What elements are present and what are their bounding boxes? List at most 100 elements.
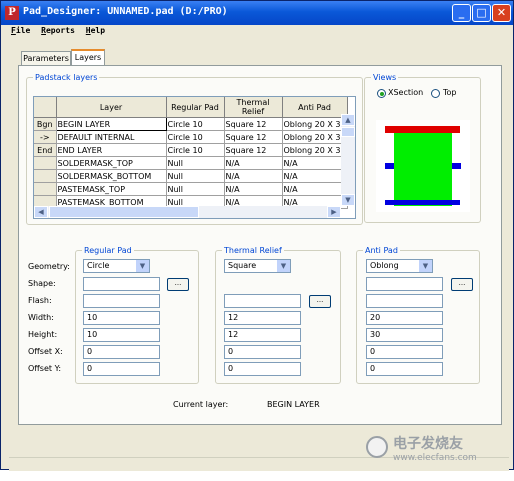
anti-geometry-select[interactable]: Oblong ▼ bbox=[366, 259, 433, 273]
menu-help[interactable]: Help bbox=[86, 26, 105, 35]
top-radio[interactable] bbox=[431, 89, 440, 98]
table-row[interactable]: End END LAYER Circle 10 Square 12 Oblong… bbox=[34, 143, 348, 157]
row-button[interactable] bbox=[34, 182, 57, 196]
regular-flash-input[interactable] bbox=[83, 294, 160, 308]
cell-thermal-relief[interactable]: N/A bbox=[224, 169, 283, 183]
cell-layer[interactable]: END LAYER bbox=[56, 143, 167, 157]
hscroll-thumb[interactable] bbox=[49, 206, 199, 218]
regular-geometry-select[interactable]: Circle ▼ bbox=[83, 259, 150, 273]
table-header-row: Layer Regular Pad Thermal Relief Anti Pa… bbox=[34, 97, 348, 118]
anti-offset-y-input[interactable]: 0 bbox=[366, 362, 443, 376]
thermal-flash-input[interactable] bbox=[224, 294, 301, 308]
col-header-thermal-relief[interactable]: Thermal Relief bbox=[224, 97, 283, 118]
anti-shape-input[interactable] bbox=[366, 277, 443, 291]
geometry-label: Geometry: bbox=[28, 262, 71, 271]
anti-shape-browse-button[interactable]: ... bbox=[451, 278, 473, 291]
scroll-thumb[interactable] bbox=[341, 127, 355, 137]
thermal-height-input[interactable]: 12 bbox=[224, 328, 301, 342]
row-button[interactable] bbox=[34, 169, 57, 183]
regular-offset-x-input[interactable]: 0 bbox=[83, 345, 160, 359]
cell-regular-pad[interactable]: Null bbox=[166, 182, 225, 196]
cell-anti-pad[interactable]: N/A bbox=[282, 169, 348, 183]
width-label: Width: bbox=[28, 313, 54, 322]
table-row[interactable]: SOLDERMASK_TOP Null N/A N/A bbox=[34, 156, 348, 170]
regular-shape-input[interactable] bbox=[83, 277, 160, 291]
tab-parameters[interactable]: Parameters bbox=[21, 51, 71, 66]
anti-offset-x-input[interactable]: 0 bbox=[366, 345, 443, 359]
thermal-geometry-select[interactable]: Square ▼ bbox=[224, 259, 291, 273]
cell-layer[interactable]: PASTEMASK_TOP bbox=[56, 182, 167, 196]
scroll-left-icon[interactable]: ◀ bbox=[34, 206, 48, 218]
table-row[interactable]: PASTEMASK_TOP Null N/A N/A bbox=[34, 182, 348, 196]
top-label: Top bbox=[443, 88, 457, 97]
row-button[interactable] bbox=[34, 156, 57, 170]
table-row[interactable]: -> DEFAULT INTERNAL Circle 10 Square 12 … bbox=[34, 130, 348, 144]
cell-anti-pad[interactable]: N/A bbox=[282, 182, 348, 196]
row-button[interactable]: -> bbox=[34, 130, 57, 144]
table-row[interactable]: Bgn BEGIN LAYER Circle 10 Square 12 Oblo… bbox=[34, 117, 348, 131]
cell-regular-pad[interactable]: Null bbox=[166, 156, 225, 170]
anti-width-input[interactable]: 20 bbox=[366, 311, 443, 325]
table-row[interactable]: SOLDERMASK_BOTTOM Null N/A N/A bbox=[34, 169, 348, 183]
pad-body bbox=[394, 130, 452, 206]
cell-layer[interactable]: SOLDERMASK_BOTTOM bbox=[56, 169, 167, 183]
maximize-button[interactable]: □ bbox=[472, 4, 491, 22]
row-button[interactable]: End bbox=[34, 143, 57, 157]
regular-pad-legend: Regular Pad bbox=[84, 246, 132, 255]
cell-regular-pad[interactable]: Null bbox=[166, 169, 225, 183]
cell-anti-pad[interactable]: Oblong 20 X 30 bbox=[282, 143, 348, 157]
chevron-down-icon[interactable]: ▼ bbox=[277, 260, 290, 272]
col-header-layer[interactable]: Layer bbox=[56, 97, 167, 118]
regular-shape-browse-button[interactable]: ... bbox=[167, 278, 189, 291]
col-header-anti-pad[interactable]: Anti Pad bbox=[282, 97, 348, 118]
cell-thermal-relief[interactable]: N/A bbox=[224, 182, 283, 196]
close-button[interactable]: ✕ bbox=[492, 4, 511, 22]
scroll-right-icon[interactable]: ▶ bbox=[327, 206, 341, 218]
inner-pad-right bbox=[452, 163, 461, 169]
cell-thermal-relief[interactable]: N/A bbox=[224, 156, 283, 170]
cell-anti-pad[interactable]: Oblong 20 X 30 bbox=[282, 130, 348, 144]
chevron-down-icon[interactable]: ▼ bbox=[136, 260, 149, 272]
cell-layer[interactable]: DEFAULT INTERNAL bbox=[56, 130, 167, 144]
cell-thermal-relief[interactable]: Square 12 bbox=[224, 143, 283, 157]
horizontal-scrollbar[interactable]: ◀ ▶ bbox=[34, 206, 341, 218]
tab-layers[interactable]: Layers bbox=[71, 49, 105, 66]
cell-thermal-relief[interactable]: Square 12 bbox=[224, 130, 283, 144]
cell-regular-pad[interactable]: Circle 10 bbox=[166, 130, 225, 144]
xsection-label: XSection bbox=[388, 88, 424, 97]
cell-regular-pad[interactable]: Circle 10 bbox=[166, 143, 225, 157]
cell-regular-pad[interactable]: Circle 10 bbox=[166, 117, 225, 131]
shape-label: Shape: bbox=[28, 279, 56, 288]
current-layer-label: Current layer: bbox=[173, 400, 229, 409]
scroll-up-icon[interactable]: ▲ bbox=[341, 114, 355, 126]
flash-label: Flash: bbox=[28, 296, 52, 305]
views-legend: Views bbox=[373, 73, 397, 82]
minimize-button[interactable]: _ bbox=[452, 4, 471, 22]
cell-thermal-relief[interactable]: Square 12 bbox=[224, 117, 283, 131]
thermal-flash-browse-button[interactable]: ... bbox=[309, 295, 331, 308]
application-window: P Pad_Designer: UNNAMED.pad (D:/PRO) _ □… bbox=[0, 0, 514, 471]
title-bar[interactable]: P Pad_Designer: UNNAMED.pad (D:/PRO) _ □… bbox=[1, 1, 513, 25]
row-button[interactable]: Bgn bbox=[34, 117, 57, 131]
cell-anti-pad[interactable]: Oblong 20 X 30 bbox=[282, 117, 348, 131]
xsection-radio[interactable] bbox=[377, 89, 386, 98]
regular-offset-y-input[interactable]: 0 bbox=[83, 362, 160, 376]
scroll-down-icon[interactable]: ▼ bbox=[341, 194, 355, 206]
cell-layer[interactable]: SOLDERMASK_TOP bbox=[56, 156, 167, 170]
thermal-width-input[interactable]: 12 bbox=[224, 311, 301, 325]
anti-flash-input[interactable] bbox=[366, 294, 443, 308]
anti-height-input[interactable]: 30 bbox=[366, 328, 443, 342]
thermal-offset-y-input[interactable]: 0 bbox=[224, 362, 301, 376]
menu-bar: File Reports Help bbox=[3, 26, 105, 40]
cell-layer[interactable]: BEGIN LAYER bbox=[55, 117, 167, 131]
regular-width-input[interactable]: 10 bbox=[83, 311, 160, 325]
chevron-down-icon[interactable]: ▼ bbox=[419, 260, 432, 272]
vertical-scrollbar[interactable]: ▲ ▼ bbox=[341, 114, 355, 206]
menu-reports[interactable]: Reports bbox=[41, 26, 75, 35]
col-header-regular-pad[interactable]: Regular Pad bbox=[166, 97, 225, 118]
thermal-geometry-value: Square bbox=[228, 261, 257, 270]
thermal-offset-x-input[interactable]: 0 bbox=[224, 345, 301, 359]
regular-height-input[interactable]: 10 bbox=[83, 328, 160, 342]
menu-file[interactable]: File bbox=[11, 26, 30, 35]
cell-anti-pad[interactable]: N/A bbox=[282, 156, 348, 170]
